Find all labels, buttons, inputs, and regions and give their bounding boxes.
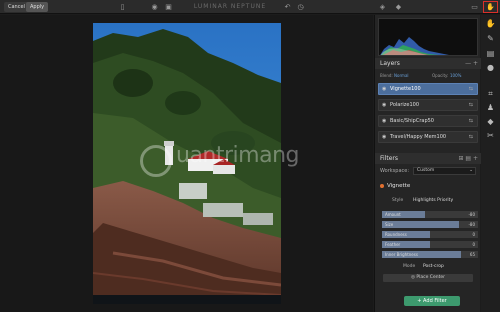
slider-label: Amount [385,212,401,217]
mode-select[interactable]: Post-crop [423,264,444,269]
filter-title[interactable]: Vignette [380,183,410,189]
slider-value: 65 [469,252,475,257]
filter-status-icon [380,183,384,188]
workspace-value: Custom [417,168,435,173]
slider-label: Feather [385,242,401,247]
opacity-value[interactable]: 100% [450,72,461,80]
blend-select[interactable]: Normal [394,73,408,78]
brush-icon[interactable]: ✎ [485,34,496,44]
feather-slider[interactable]: Feather 0 [382,241,478,248]
layer-label: Basic/ShipCrap50 [390,118,434,124]
layer-settings-icon[interactable]: ⇆ [469,132,473,143]
style-label: Style [392,198,404,203]
visibility-eye-icon[interactable]: ◉ [382,84,386,95]
watermark-logo [140,145,172,177]
opacity-label: Opacity: [432,73,449,78]
layer-item[interactable]: ◉ Basic/ShipCrap50 ⇆ [378,115,478,127]
layer-label: Vignette100 [390,86,421,92]
layer-settings-icon[interactable]: ⇆ [469,116,473,127]
gradient-icon[interactable]: ▤ [485,49,496,59]
place-center-label: Place Center [416,275,445,280]
filters-header: Filters ⊞ ▤ + [375,153,481,164]
slider-label: Roundness [385,232,407,237]
eraser-icon[interactable]: ◆ [485,117,496,127]
visibility-eye-icon[interactable]: ◉ [382,132,386,143]
roundness-slider[interactable]: Roundness 0 [382,231,478,238]
slider-fill [382,221,459,228]
preview-eye-icon[interactable]: ◉ [150,3,159,11]
top-bar: Cancel Apply ▯ ◉ ▣ LUMINAR NEPTUNE ↶ ◷ ◈… [0,0,500,14]
tools-toolbar: ✋ ✎ ▤ ● ⌗ ♟ ◆ ✂ [481,15,500,312]
clone-stamp-icon[interactable]: ♟ [485,103,496,113]
radial-mask-icon[interactable]: ● [485,63,496,73]
crop-icon[interactable]: ⌗ [485,89,496,99]
history-icon[interactable]: ◷ [296,3,305,11]
layers-icon[interactable]: ◈ [378,3,387,11]
filter-name: Vignette [387,183,411,189]
layer-label: Polarize100 [390,102,420,108]
right-panel: Layers — + Blend: Normal Opacity: 100% ◉… [374,15,481,312]
undo-icon[interactable]: ↶ [283,3,292,11]
place-center-button[interactable]: ◎ Place Center [383,274,473,282]
app-window: Cancel Apply ▯ ◉ ▣ LUMINAR NEPTUNE ↶ ◷ ◈… [0,0,500,312]
add-filter-button[interactable]: + Add Filter [404,296,460,306]
size-slider[interactable]: Size -80 [382,221,478,228]
inner-brightness-slider[interactable]: Inner Brightness 65 [382,251,478,258]
presets-icon[interactable]: ◆ [394,3,403,11]
layer-settings-icon[interactable]: ⇆ [469,84,473,95]
slider-value: 0 [472,232,475,237]
workspace-select[interactable]: Custom ⌄ [413,167,476,175]
workspace-label: Workspace: [380,168,410,174]
grid-icon[interactable]: ▣ [164,3,173,11]
slider-value: 0 [472,242,475,247]
slider-label: Size [385,222,394,227]
layer-item[interactable]: ◉ Travel/Happy Mem100 ⇆ [378,131,478,143]
watermark-text: uantrimang [176,143,299,168]
amount-slider[interactable]: Amount -80 [382,211,478,218]
app-title: LUMINAR NEPTUNE [193,3,267,10]
blend-row: Blend: Normal Opacity: 100% [380,72,478,80]
panel-toggle-icon[interactable]: ▭ [470,3,479,11]
layer-label: Travel/Happy Mem100 [390,134,447,140]
image-canvas[interactable]: uantrimang [0,15,373,312]
effect-brush-icon[interactable]: ✋ [486,3,495,11]
layers-header: Layers — + [375,58,481,69]
mode-label: Mode [403,264,416,269]
layers-title: Layers [380,60,400,67]
layer-settings-icon[interactable]: ⇆ [469,100,473,111]
apply-button[interactable]: Apply [26,2,49,12]
visibility-eye-icon[interactable]: ◉ [382,100,386,111]
filters-title: Filters [380,155,398,162]
blend-label: Blend: [380,73,393,78]
workspace-row: Workspace: Custom ⌄ [380,167,478,175]
chevron-down-icon: ⌄ [469,168,473,173]
slider-value: -80 [468,222,475,227]
compare-icon[interactable]: ▯ [118,3,127,11]
histogram-graph [380,37,449,55]
layer-item[interactable]: ◉ Polarize100 ⇆ [378,99,478,111]
layers-header-icons[interactable]: — + [465,58,478,69]
slider-label: Inner Brightness [385,252,418,257]
filters-header-icons[interactable]: ⊞ ▤ + [458,153,478,164]
hand-icon[interactable]: ✋ [485,19,496,29]
style-select[interactable]: Highlights Priority [413,198,453,203]
histogram [378,18,478,56]
slider-value: -80 [468,212,475,217]
visibility-eye-icon[interactable]: ◉ [382,116,386,127]
transform-icon[interactable]: ✂ [485,131,496,141]
layer-item[interactable]: ◉ Vignette100 ⇆ [378,83,478,95]
